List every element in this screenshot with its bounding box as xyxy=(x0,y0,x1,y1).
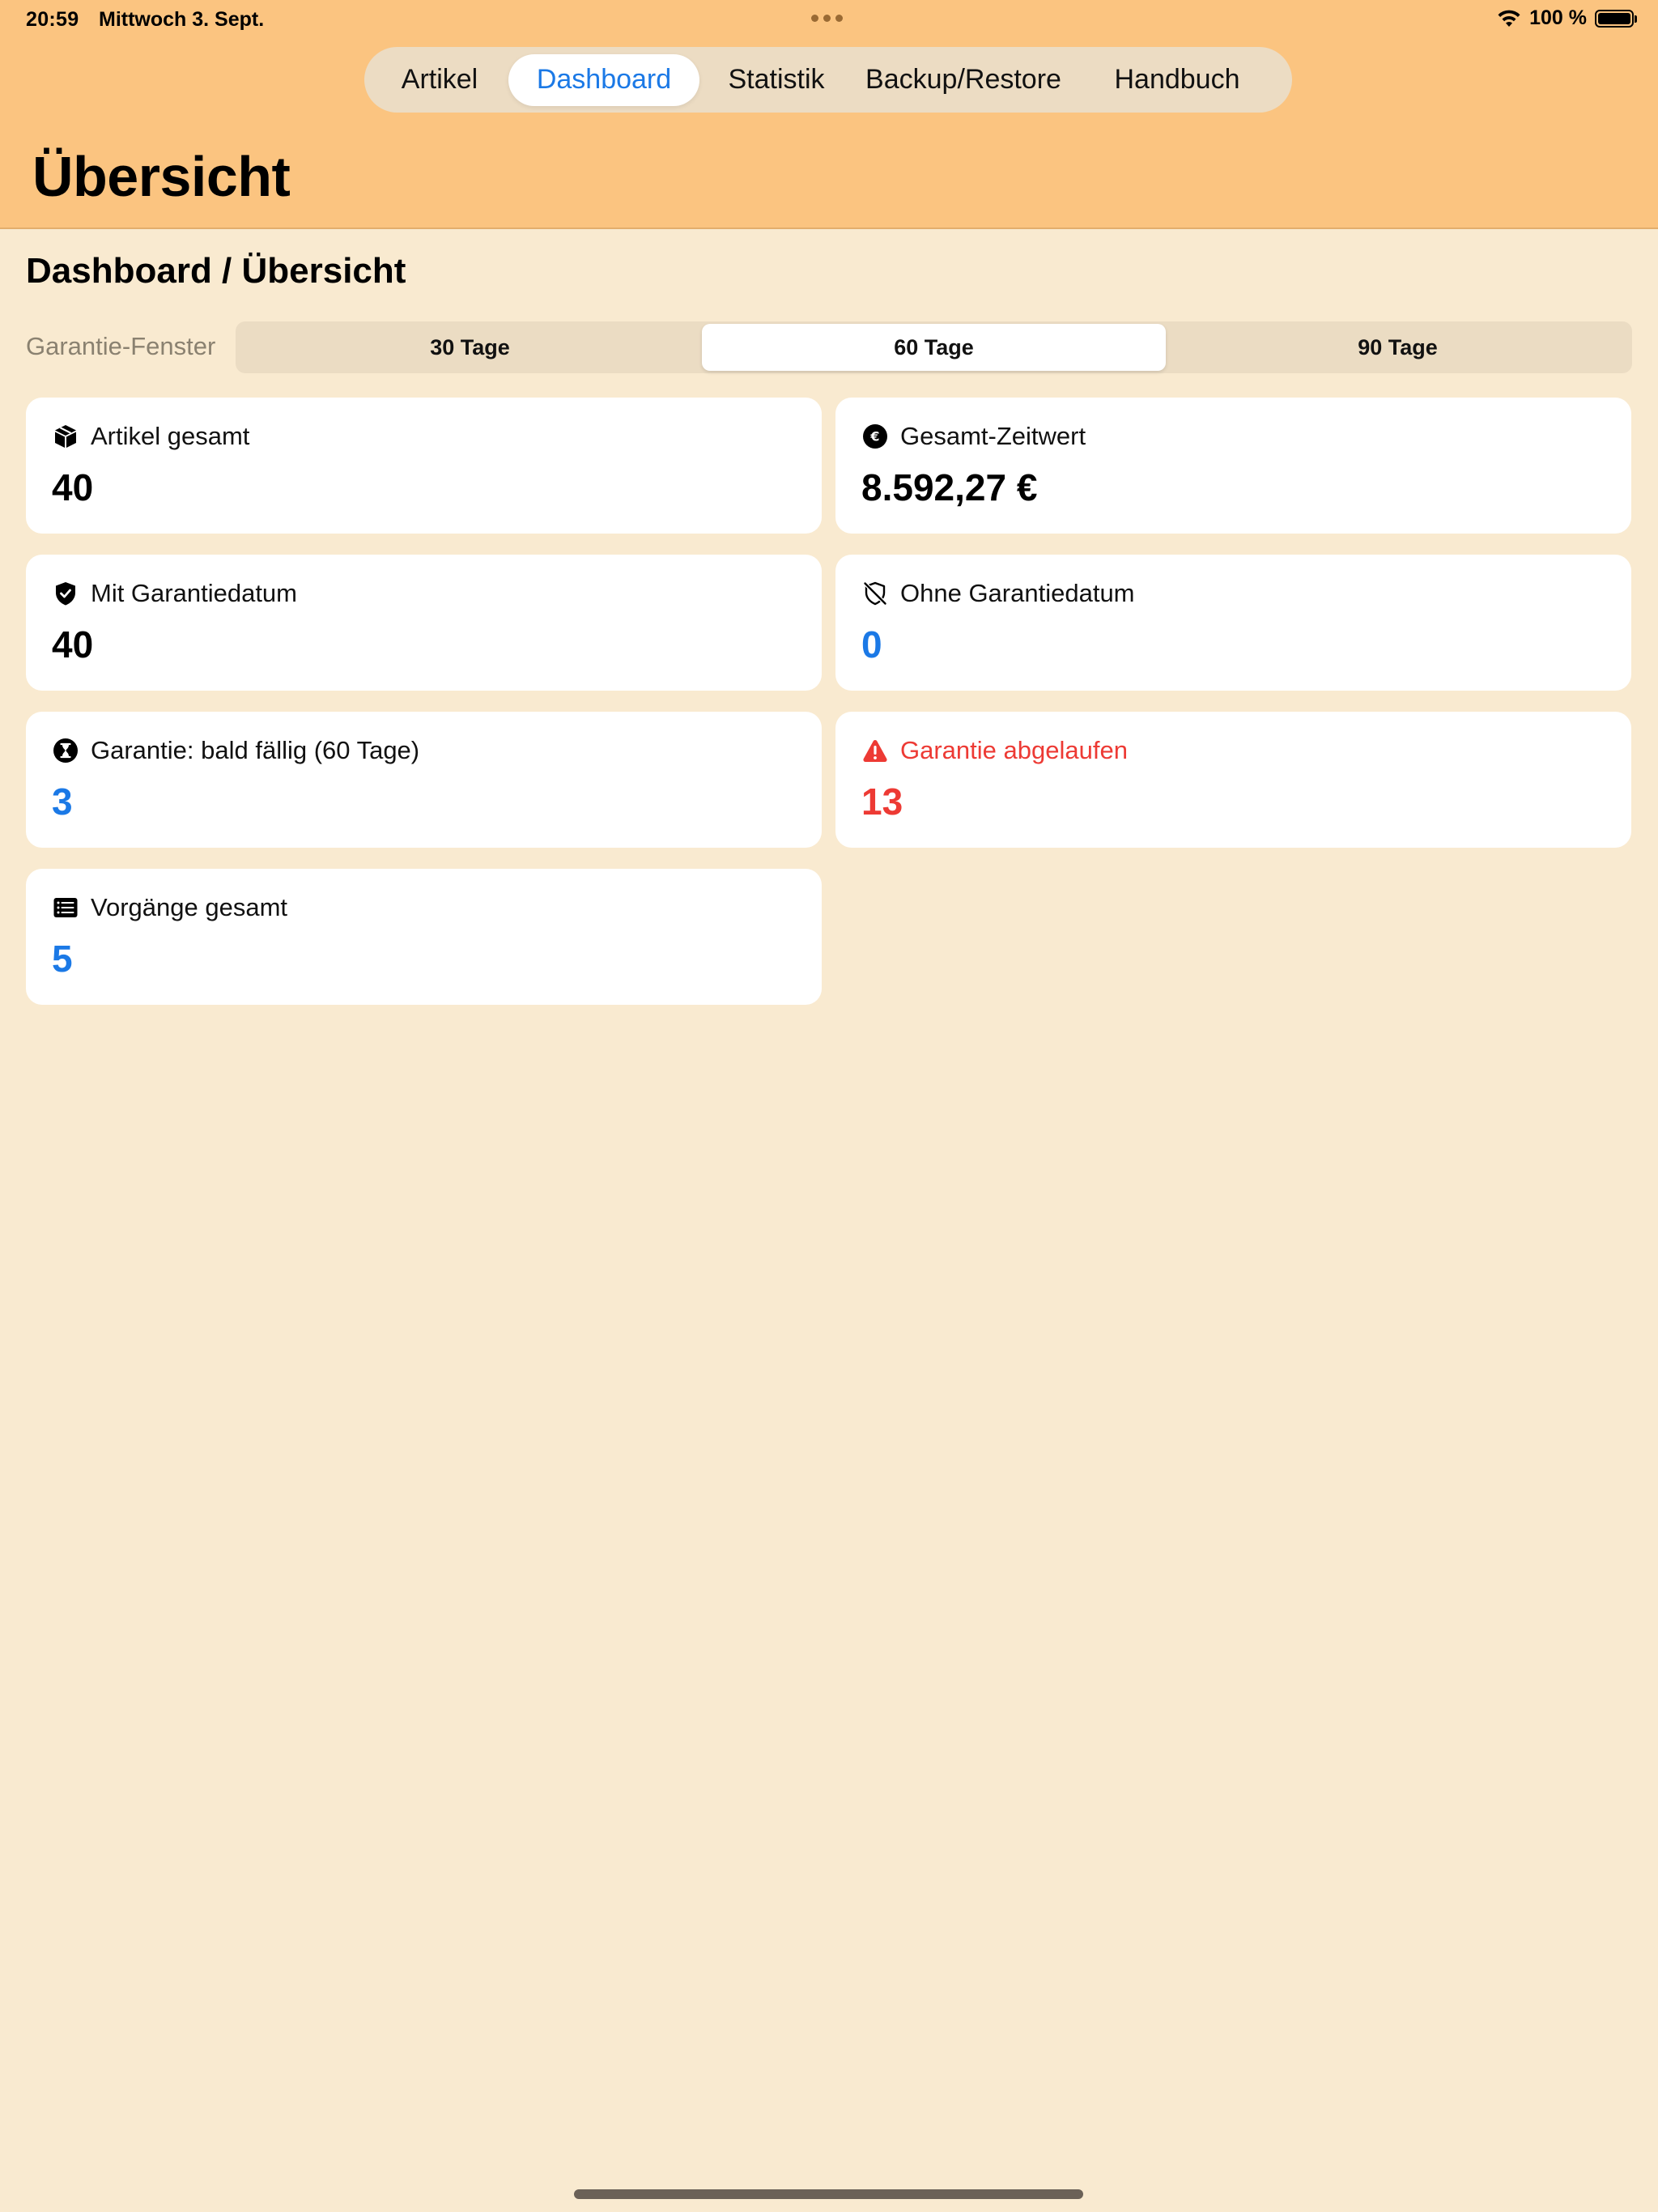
segment-60-days[interactable]: 60 Tage xyxy=(702,324,1166,371)
card-label: Garantie: bald fällig (60 Tage) xyxy=(91,736,420,764)
card-header: € Gesamt-Zeitwert xyxy=(861,422,1086,451)
home-indicator[interactable] xyxy=(574,2189,1083,2199)
navigation-header: 20:59 Mittwoch 3. Sept. 100 % Artikel Da… xyxy=(0,0,1658,229)
shield-check-icon xyxy=(52,580,79,607)
tab-statistik[interactable]: Statistik xyxy=(699,54,853,106)
card-label: Ohne Garantiedatum xyxy=(900,579,1135,607)
battery-icon xyxy=(1595,9,1637,28)
card-total-current-value[interactable]: € Gesamt-Zeitwert 8.592,27 € xyxy=(835,398,1631,534)
status-indicators: 100 % xyxy=(1497,6,1637,30)
card-header: Ohne Garantiedatum xyxy=(861,579,1135,608)
card-header: Garantie: bald fällig (60 Tage) xyxy=(52,736,419,765)
card-value: 40 xyxy=(52,466,94,508)
card-value: 5 xyxy=(52,938,73,980)
tab-artikel[interactable]: Artikel xyxy=(371,54,508,106)
warning-triangle-icon xyxy=(861,737,889,764)
tab-bar: Artikel Dashboard Statistik Backup/Resto… xyxy=(364,47,1292,113)
tab-dashboard[interactable]: Dashboard xyxy=(508,53,699,106)
card-warranty-expired[interactable]: Garantie abgelaufen 13 xyxy=(835,712,1631,848)
shield-slash-icon xyxy=(861,580,889,607)
euro-circle-icon: € xyxy=(861,423,889,450)
page-title: Übersicht xyxy=(32,145,291,208)
status-time: 20:59 xyxy=(26,8,79,31)
hourglass-circle-icon xyxy=(52,737,79,764)
package-icon xyxy=(52,423,79,450)
svg-text:€: € xyxy=(869,429,879,445)
section-title: Dashboard / Übersicht xyxy=(26,251,406,291)
card-processes-total[interactable]: Vorgänge gesamt 5 xyxy=(26,869,822,1005)
card-label: Artikel gesamt xyxy=(91,422,250,450)
card-label: Mit Garantiedatum xyxy=(91,579,297,607)
card-value: 13 xyxy=(861,781,903,823)
card-value: 0 xyxy=(861,623,882,666)
card-header: Artikel gesamt xyxy=(52,422,249,451)
card-articles-total[interactable]: Artikel gesamt 40 xyxy=(26,398,822,534)
card-warranty-due-soon[interactable]: Garantie: bald fällig (60 Tage) 3 xyxy=(26,712,822,848)
card-label: Vorgänge gesamt xyxy=(91,893,288,921)
card-header: Garantie abgelaufen xyxy=(861,736,1128,765)
card-value: 8.592,27 € xyxy=(861,466,1038,508)
card-value: 40 xyxy=(52,623,94,666)
card-with-warranty-date[interactable]: Mit Garantiedatum 40 xyxy=(26,555,822,691)
tab-handbuch[interactable]: Handbuch xyxy=(1073,54,1281,106)
card-header: Vorgänge gesamt xyxy=(52,893,287,922)
card-header: Mit Garantiedatum xyxy=(52,579,297,608)
segment-30-days[interactable]: 30 Tage xyxy=(238,324,702,371)
tab-backup-restore[interactable]: Backup/Restore xyxy=(853,54,1073,106)
status-date: Mittwoch 3. Sept. xyxy=(99,8,265,31)
card-label: Garantie abgelaufen xyxy=(900,736,1128,764)
battery-percentage: 100 % xyxy=(1529,6,1587,29)
multitasking-dots-icon[interactable] xyxy=(811,15,843,22)
wifi-icon xyxy=(1498,10,1520,27)
card-value: 3 xyxy=(52,781,73,823)
warranty-window-picker: 30 Tage 60 Tage 90 Tage xyxy=(236,321,1632,373)
card-label: Gesamt-Zeitwert xyxy=(900,422,1086,450)
segment-90-days[interactable]: 90 Tage xyxy=(1166,324,1630,371)
list-icon xyxy=(52,894,79,921)
warranty-window-label: Garantie-Fenster xyxy=(26,332,216,360)
card-without-warranty-date[interactable]: Ohne Garantiedatum 0 xyxy=(835,555,1631,691)
